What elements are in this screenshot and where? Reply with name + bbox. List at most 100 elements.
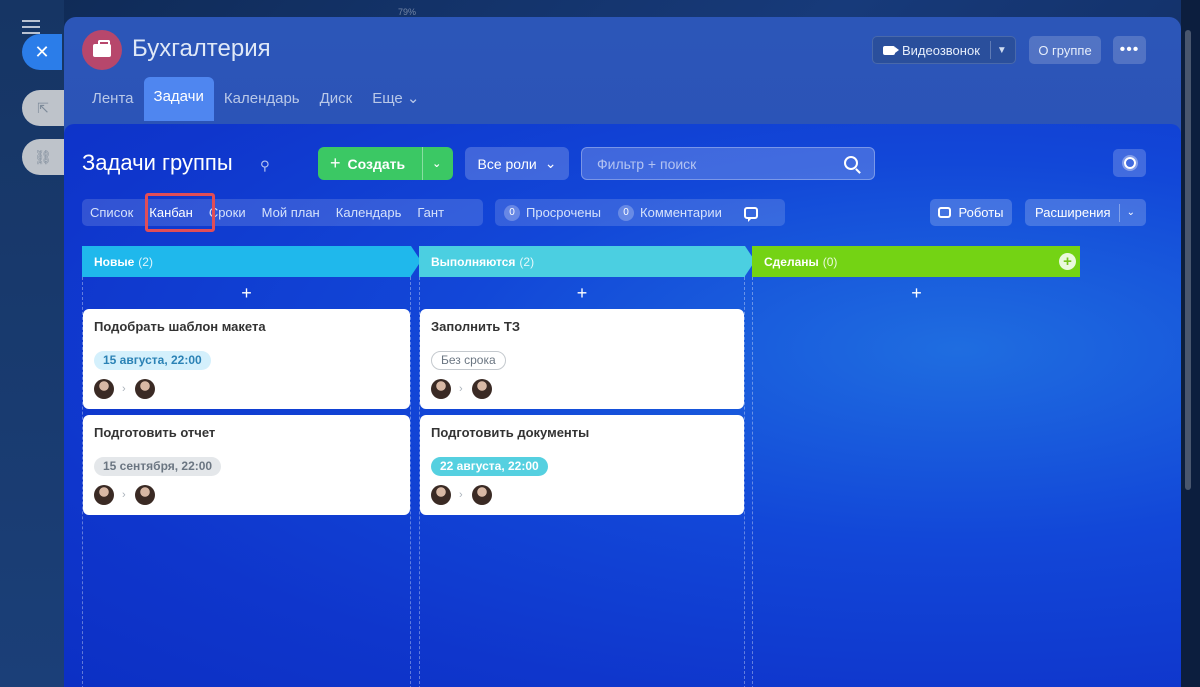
group-tabs: Лента Задачи Календарь Диск Еще ⌄ [82, 77, 429, 121]
tab-tasks[interactable]: Задачи [143, 77, 214, 121]
close-slider-button[interactable]: ✕ [22, 34, 62, 70]
chevron-down-icon[interactable]: ⌄ [1127, 207, 1135, 218]
responsible-avatar[interactable] [471, 485, 492, 505]
task-title[interactable]: Подготовить отчет [94, 425, 400, 445]
robot-icon [938, 207, 952, 218]
tab-more[interactable]: Еще ⌄ [362, 81, 429, 115]
responsible-avatar[interactable] [134, 485, 155, 505]
group-slider: Бухгалтерия Видеозвонок ▼ О группе ••• Л… [64, 17, 1181, 687]
kanban-column-new: Новые (2) + Подобрать шаблон макета 15 а… [82, 246, 421, 687]
task-title[interactable]: Заполнить ТЗ [431, 319, 734, 339]
add-column-icon[interactable]: + [1059, 253, 1076, 270]
column-count: (0) [822, 254, 838, 269]
overdue-count: 0 [504, 204, 520, 221]
column-header[interactable]: Сделаны (0) + [752, 246, 1080, 277]
task-card[interactable]: Подобрать шаблон макета 15 августа, 22:0… [83, 309, 410, 409]
tab-calendar[interactable]: Календарь [214, 81, 310, 115]
menu-icon[interactable] [22, 20, 40, 34]
comments-label: Комментарии [640, 205, 722, 220]
scrollbar-thumb[interactable] [1185, 30, 1191, 490]
search-icon[interactable] [844, 156, 858, 170]
creator-avatar[interactable] [94, 485, 114, 505]
robots-button[interactable]: Роботы [930, 199, 1012, 226]
column-title: Новые [94, 254, 135, 269]
filter-search [581, 147, 875, 180]
extensions-button[interactable]: Расширения ⌄ [1025, 199, 1146, 226]
group-avatar[interactable] [82, 30, 122, 70]
quick-add-button[interactable]: + [83, 277, 410, 309]
comments-counter[interactable]: 0 Комментарии [618, 204, 722, 221]
video-call-label: Видеозвонок [902, 42, 980, 58]
roles-label: Все роли [477, 155, 537, 172]
creator-avatar[interactable] [431, 485, 451, 505]
open-in-new-tab-button[interactable]: ⇱ [22, 90, 64, 126]
view-tab-calendar[interactable]: Календарь [328, 199, 410, 226]
deadline-badge[interactable]: 15 августа, 22:00 [94, 351, 211, 370]
divider [1118, 203, 1120, 222]
overdue-label: Просрочены [526, 205, 602, 220]
more-button[interactable]: ••• [1113, 36, 1146, 64]
tab-feed[interactable]: Лента [82, 81, 144, 115]
view-tab-my-plan[interactable]: Мой план [254, 199, 328, 226]
extensions-label: Расширения [1035, 205, 1111, 220]
task-members: › [94, 379, 400, 399]
page-scrollbar[interactable] [1181, 0, 1200, 687]
quick-add-button[interactable]: + [420, 277, 744, 309]
quick-add-button[interactable]: + [753, 277, 1080, 309]
about-group-button[interactable]: О группе [1029, 36, 1101, 64]
tasks-workspace: Задачи группы ⚲ + Создать ⌄ Все роли ⌄ С… [64, 124, 1181, 687]
view-tab-list[interactable]: Список [82, 199, 141, 226]
tab-disk[interactable]: Диск [310, 81, 363, 115]
task-card[interactable]: Подготовить отчет 15 сентября, 22:00 › [83, 415, 410, 515]
group-header: Бухгалтерия Видеозвонок ▼ О группе ••• Л… [64, 17, 1181, 127]
kanban-highlight-frame [145, 193, 215, 232]
task-card[interactable]: Заполнить ТЗ Без срока › [420, 309, 744, 409]
task-title[interactable]: Подготовить документы [431, 425, 734, 445]
task-card[interactable]: Подготовить документы 22 августа, 22:00 … [420, 415, 744, 515]
task-title[interactable]: Подобрать шаблон макета [94, 319, 400, 339]
video-call-button[interactable]: Видеозвонок ▼ [872, 36, 1016, 64]
creator-avatar[interactable] [431, 379, 451, 399]
briefcase-icon [93, 39, 111, 57]
responsible-avatar[interactable] [471, 379, 492, 399]
kanban-column-in-progress: Выполняются (2) + Заполнить ТЗ Без срока… [419, 246, 755, 687]
deadline-badge[interactable]: 15 сентября, 22:00 [94, 457, 222, 476]
column-count: (2) [138, 254, 153, 269]
pin-icon[interactable]: ⚲ [260, 158, 274, 173]
divider [989, 41, 991, 59]
search-input[interactable] [582, 148, 832, 179]
close-icon: ✕ [34, 41, 50, 62]
chevron-down-icon[interactable]: ⌄ [432, 157, 441, 170]
column-header[interactable]: Новые (2) [82, 246, 421, 277]
roles-dropdown[interactable]: Все роли ⌄ [465, 147, 569, 180]
group-title: Бухгалтерия [132, 35, 271, 62]
column-header[interactable]: Выполняются (2) [419, 246, 755, 277]
chevron-down-icon: ⌄ [544, 155, 557, 171]
task-members: › [94, 485, 400, 505]
deadline-badge[interactable]: 22 августа, 22:00 [431, 457, 548, 476]
plus-icon: + [330, 153, 341, 173]
settings-button[interactable] [1113, 149, 1146, 177]
chevron-down-icon[interactable]: ▼ [997, 45, 1007, 56]
read-all-icon[interactable] [743, 206, 758, 222]
counters-bar: 0 Просрочены 0 Комментарии [495, 199, 785, 226]
arrow-right-icon: › [459, 489, 463, 501]
robots-label: Роботы [958, 205, 1004, 220]
deadline-badge[interactable]: Без срока [431, 351, 506, 370]
kanban-column-done: Сделаны (0) + + [752, 246, 1080, 687]
copy-link-button[interactable]: ⛓ [22, 139, 64, 175]
create-task-button[interactable]: + Создать ⌄ [318, 147, 453, 180]
arrow-right-icon: › [459, 383, 463, 395]
external-link-icon: ⇱ [37, 99, 49, 116]
responsible-avatar[interactable] [134, 379, 155, 399]
column-body: + Заполнить ТЗ Без срока › Подготовить д… [419, 277, 745, 687]
comments-count: 0 [618, 204, 635, 221]
link-icon: ⛓ [34, 148, 52, 165]
column-count: (2) [519, 254, 535, 269]
creator-avatar[interactable] [94, 379, 114, 399]
view-tab-gantt[interactable]: Гант [409, 199, 452, 226]
overdue-counter[interactable]: 0 Просрочены [504, 204, 602, 221]
arrow-right-icon: › [122, 489, 126, 501]
view-mode-tabs: Список Канбан Сроки Мой план Календарь Г… [82, 199, 483, 226]
arrow-right-icon: › [122, 383, 126, 395]
